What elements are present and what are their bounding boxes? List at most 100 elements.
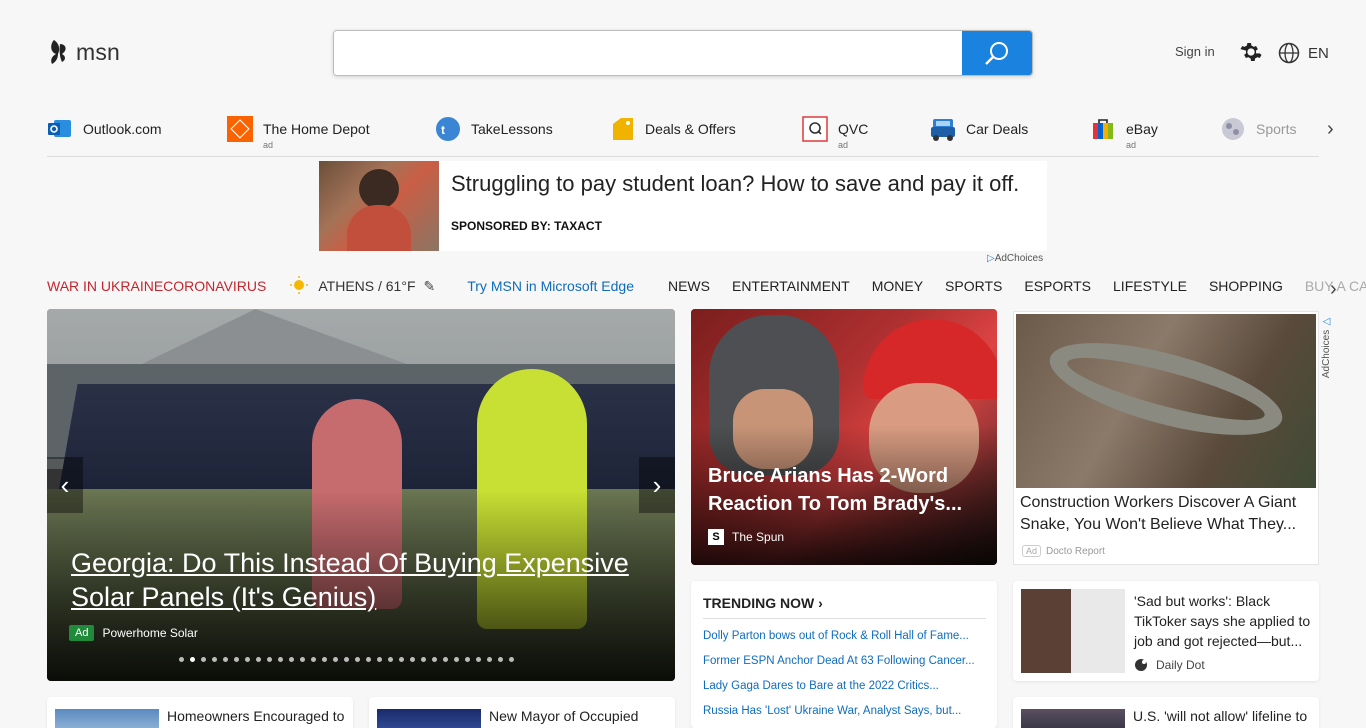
carousel-dot[interactable] xyxy=(366,657,371,662)
nav-lifestyle[interactable]: LIFESTYLE xyxy=(1113,278,1187,294)
quicklink-deals[interactable]: Deals & Offers xyxy=(609,116,736,142)
quicklink-qvc[interactable]: QVC ad xyxy=(802,116,868,150)
adchoices-vertical-link[interactable]: AdChoices ▷ xyxy=(1321,316,1332,378)
quicklink-takelessons[interactable]: t TakeLessons xyxy=(435,116,553,142)
news-card-bruce-arians[interactable]: Bruce Arians Has 2-Word Reaction To Tom … xyxy=(691,309,997,565)
news-card-tiktoker[interactable]: 'Sad but works': Black TikToker says she… xyxy=(1013,581,1319,681)
category-nav: WAR IN UKRAINE CORONAVIRUS ATHENS / 61°F… xyxy=(47,275,1366,297)
banner-ad[interactable]: Struggling to pay student loan? How to s… xyxy=(319,161,1047,251)
quick-links-bar: Outlook.com The Home Depot ad t TakeLess… xyxy=(47,112,1319,157)
the-spun-logo-icon: S xyxy=(708,529,724,545)
carousel-dot[interactable] xyxy=(190,657,195,662)
quicklink-home-depot[interactable]: The Home Depot ad xyxy=(227,116,370,150)
card-headline: U.S. 'will not allow' lifeline to xyxy=(1133,708,1308,724)
nav-money[interactable]: MONEY xyxy=(872,278,923,294)
sign-in-link[interactable]: Sign in xyxy=(1175,44,1215,59)
carousel-dot[interactable] xyxy=(322,657,327,662)
globe-icon xyxy=(1278,42,1300,64)
search-input[interactable] xyxy=(334,31,962,75)
nav-coronavirus[interactable]: CORONAVIRUS xyxy=(163,278,266,294)
trending-item[interactable]: Russia Has 'Lost' Ukraine War, Analyst S… xyxy=(703,705,983,717)
quicklinks-next-chevron-icon[interactable]: › xyxy=(1327,118,1334,141)
nav-sports[interactable]: SPORTS xyxy=(945,278,1002,294)
carousel-next-chevron-icon[interactable]: › xyxy=(639,457,675,513)
msn-logo[interactable]: msn xyxy=(48,38,120,66)
nav-shopping[interactable]: SHOPPING xyxy=(1209,278,1283,294)
carousel-dot[interactable] xyxy=(289,657,294,662)
carousel-dot[interactable] xyxy=(355,657,360,662)
nav-next-chevron-icon[interactable]: › xyxy=(1330,278,1337,301)
trending-item[interactable]: Lady Gaga Dares to Bare at the 2022 Crit… xyxy=(703,680,983,692)
sponsored-card-snake[interactable]: Construction Workers Discover A Giant Sn… xyxy=(1013,311,1319,565)
card-image xyxy=(55,709,159,728)
trending-item[interactable]: Dolly Parton bows out of Rock & Roll Hal… xyxy=(703,630,983,642)
carousel-dot[interactable] xyxy=(179,657,184,662)
carousel-dot[interactable] xyxy=(388,657,393,662)
carousel-dot[interactable] xyxy=(432,657,437,662)
carousel-dot[interactable] xyxy=(465,657,470,662)
settings-button[interactable] xyxy=(1240,41,1262,68)
carousel-prev-chevron-icon[interactable]: ‹ xyxy=(47,457,83,513)
carousel-dot[interactable] xyxy=(410,657,415,662)
carousel-dot[interactable] xyxy=(333,657,338,662)
hero-carousel[interactable]: Georgia: Do This Instead Of Buying Expen… xyxy=(47,309,675,681)
logo-text: msn xyxy=(76,38,121,65)
ad-label: ad xyxy=(838,140,849,150)
search-button[interactable] xyxy=(962,31,1032,75)
edit-pencil-icon[interactable]: ✎ xyxy=(424,278,436,295)
carousel-dot[interactable] xyxy=(245,657,250,662)
card-image xyxy=(377,709,481,728)
svg-text:t: t xyxy=(441,123,445,137)
adchoices-link[interactable]: ▷AdChoices xyxy=(987,253,1043,264)
quicklink-sports[interactable]: Sports xyxy=(1220,116,1296,142)
carousel-dot[interactable] xyxy=(256,657,261,662)
language-label: EN xyxy=(1308,44,1329,62)
nav-war-in-ukraine[interactable]: WAR IN UKRAINE xyxy=(47,278,163,294)
carousel-dot[interactable] xyxy=(498,657,503,662)
carousel-dot[interactable] xyxy=(311,657,316,662)
carousel-dot[interactable] xyxy=(278,657,283,662)
carousel-dot[interactable] xyxy=(212,657,217,662)
quicklink-label: The Home Depot xyxy=(263,121,370,137)
quicklink-ebay[interactable]: eBay ad xyxy=(1090,116,1158,150)
quicklink-car-deals[interactable]: Car Deals xyxy=(930,116,1028,142)
carousel-dot[interactable] xyxy=(267,657,272,662)
carousel-dot[interactable] xyxy=(344,657,349,662)
try-edge-link[interactable]: Try MSN in Microsoft Edge xyxy=(467,278,634,294)
news-card-homeowners[interactable]: Homeowners Encouraged to xyxy=(47,697,353,728)
carousel-dot[interactable] xyxy=(234,657,239,662)
trending-heading[interactable]: TRENDING NOW › xyxy=(703,595,823,611)
language-selector[interactable]: EN xyxy=(1278,42,1329,64)
carousel-dot[interactable] xyxy=(421,657,426,662)
trending-heading-label: TRENDING NOW xyxy=(703,595,815,611)
carousel-dot[interactable] xyxy=(443,657,448,662)
carousel-dot[interactable] xyxy=(223,657,228,662)
card-headline: Homeowners Encouraged to xyxy=(167,708,345,724)
card-headline: 'Sad but works': Black TikToker says she… xyxy=(1134,593,1311,649)
weather-location[interactable]: ATHENS / 61°F xyxy=(318,278,415,294)
card-source-label: The Spun xyxy=(732,530,785,544)
quicklink-label: Car Deals xyxy=(966,121,1029,137)
carousel-dot[interactable] xyxy=(454,657,459,662)
carousel-dot[interactable] xyxy=(476,657,481,662)
hero-headline[interactable]: Georgia: Do This Instead Of Buying Expen… xyxy=(71,546,651,614)
quicklink-outlook[interactable]: Outlook.com xyxy=(47,116,162,142)
news-card-new-mayor[interactable]: New Mayor of Occupied xyxy=(369,697,675,728)
card-image xyxy=(1021,709,1125,728)
carousel-dot[interactable] xyxy=(201,657,206,662)
card-source: Ad Docto Report xyxy=(1022,545,1105,557)
news-card-us-lifeline[interactable]: U.S. 'will not allow' lifeline to xyxy=(1013,697,1319,728)
nav-esports[interactable]: ESPORTS xyxy=(1024,278,1091,294)
carousel-dot[interactable] xyxy=(399,657,404,662)
carousel-dot[interactable] xyxy=(377,657,382,662)
quicklink-label: Deals & Offers xyxy=(645,121,736,137)
carousel-dot[interactable] xyxy=(509,657,514,662)
trending-item[interactable]: Former ESPN Anchor Dead At 63 Following … xyxy=(703,655,983,667)
ad-label: ad xyxy=(1126,140,1137,150)
banner-ad-image xyxy=(319,161,439,251)
ebay-bag-icon xyxy=(1090,116,1116,142)
carousel-dot[interactable] xyxy=(487,657,492,662)
nav-news[interactable]: NEWS xyxy=(668,278,710,294)
nav-entertainment[interactable]: ENTERTAINMENT xyxy=(732,278,850,294)
carousel-dot[interactable] xyxy=(300,657,305,662)
